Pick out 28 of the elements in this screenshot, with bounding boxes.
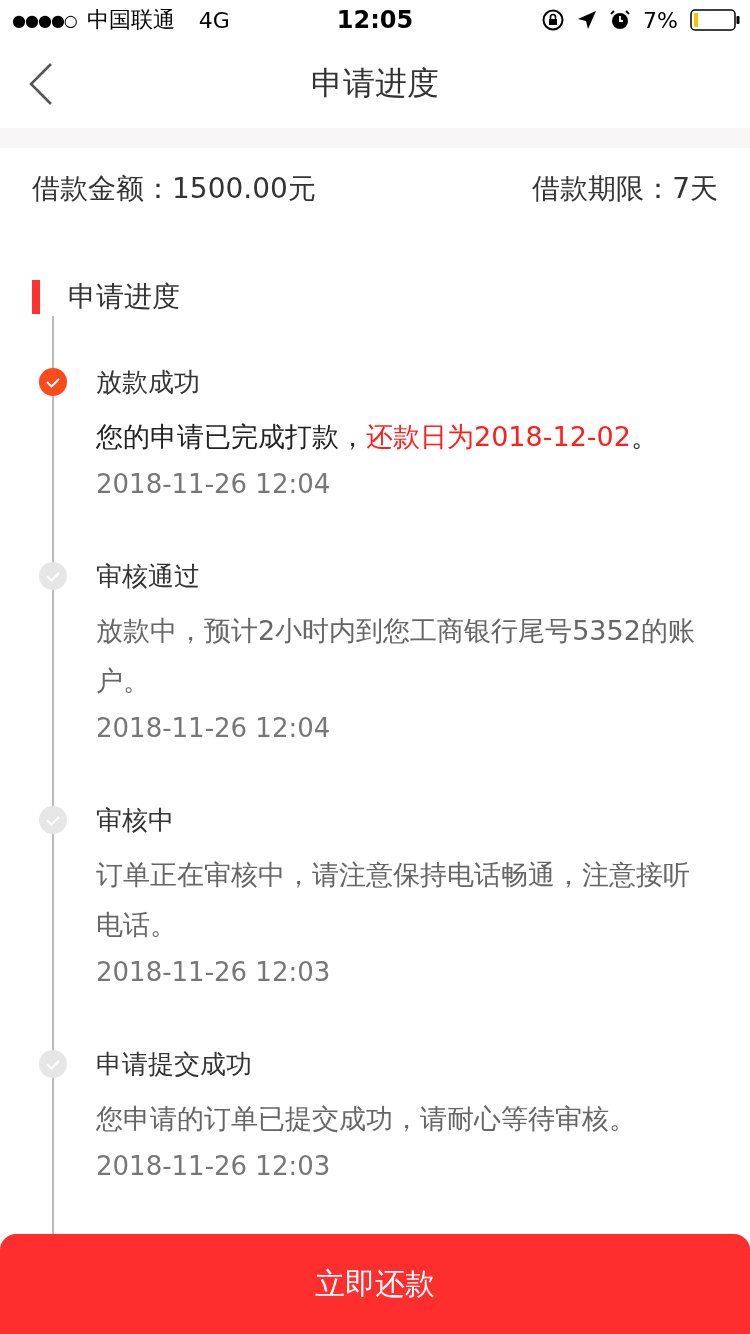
step-title: 审核中 <box>96 804 175 837</box>
signal-strength: ●●●●○ <box>12 10 77 30</box>
step-description: 放款中，预计2小时内到您工商银行尾号5352的账户。 <box>96 614 696 698</box>
network-type: 4G <box>198 7 230 33</box>
location-arrow-icon <box>577 10 598 30</box>
step-title: 申请提交成功 <box>96 1048 253 1081</box>
loan-amount: 借款金额：1500.00元 <box>32 171 316 207</box>
step-time: 2018-11-26 12:03 <box>96 956 332 989</box>
clock-time: 12:05 <box>336 6 414 34</box>
step-description: 订单正在审核中，请注意保持电话畅通，注意接听电话。 <box>96 858 691 942</box>
alarm-clock-icon <box>609 9 632 31</box>
battery-icon <box>690 9 740 31</box>
step-description: 您申请的订单已提交成功，请耐心等待审核。 <box>96 1102 637 1136</box>
section-title: 申请进度 <box>68 279 180 315</box>
carrier-name: 中国联通 <box>86 6 175 34</box>
step-description: 您的申请已完成打款，还款日为2018-12-02。 <box>96 420 659 454</box>
section-marker <box>32 280 40 314</box>
loan-term: 借款期限：7天 <box>532 171 718 207</box>
back-icon[interactable] <box>28 62 54 106</box>
step-time: 2018-11-26 12:04 <box>96 468 332 501</box>
step-title: 放款成功 <box>96 366 201 399</box>
rotation-lock-icon <box>541 8 566 32</box>
repay-button[interactable]: 立即还款 <box>0 1234 750 1334</box>
page-title: 申请进度 <box>311 63 439 104</box>
step-time: 2018-11-26 12:04 <box>96 712 332 745</box>
battery-percent: 7% <box>643 7 678 33</box>
step-time: 2018-11-26 12:03 <box>96 1150 332 1183</box>
step-title: 审核通过 <box>96 560 201 593</box>
